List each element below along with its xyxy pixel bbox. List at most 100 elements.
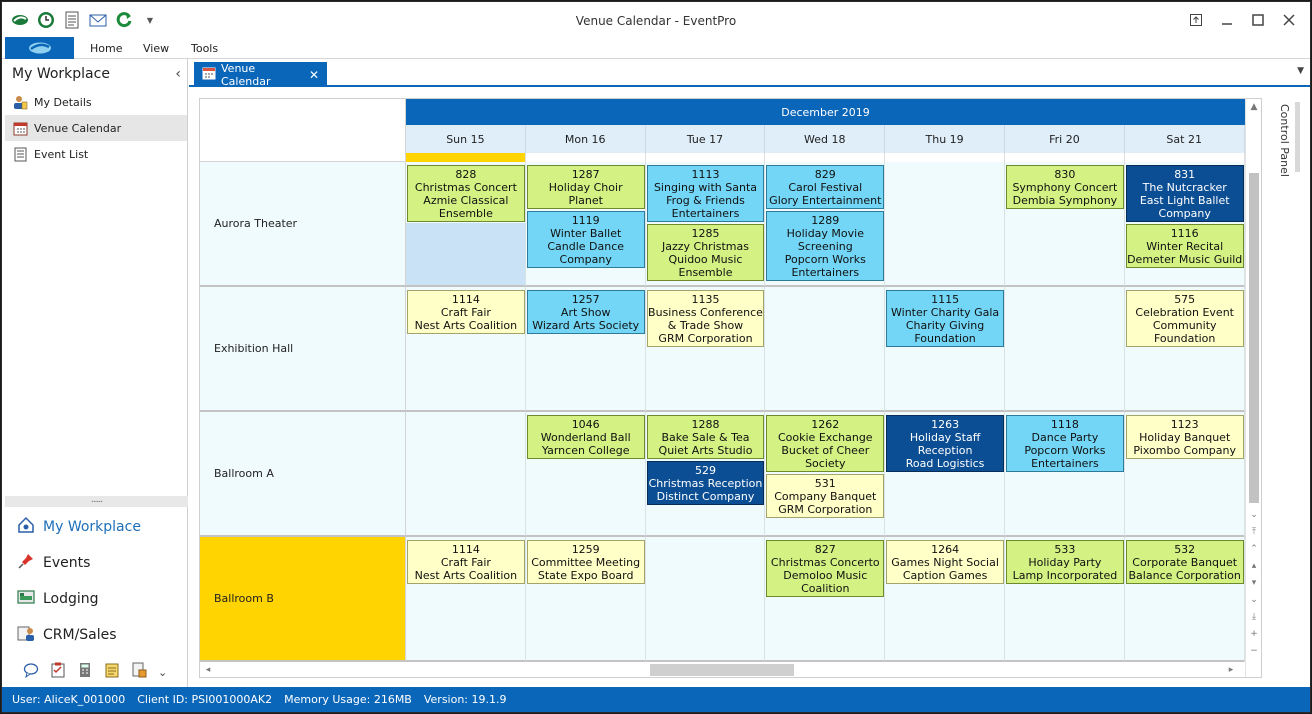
last-resource-icon[interactable]: ⤓ <box>1246 609 1261 625</box>
resource-header[interactable]: Aurora Theater <box>200 162 406 287</box>
event-appointment[interactable]: 575 Celebration Event Community Foundation <box>1125 290 1244 347</box>
remove-resource-icon[interactable]: − <box>1246 643 1261 659</box>
close-tab-icon[interactable]: ✕ <box>309 68 319 82</box>
sidebar-splitter[interactable]: ...... <box>5 496 188 507</box>
day-header[interactable]: Wed 18 <box>765 125 886 153</box>
day-header[interactable]: Fri 20 <box>1005 125 1125 153</box>
pin-window-icon[interactable] <box>1180 8 1211 32</box>
event-appointment[interactable]: 1262 Cookie Exchange Bucket of Cheer Societ… <box>766 415 885 472</box>
ribbon-tab-view[interactable]: View <box>143 42 169 55</box>
event-appointment[interactable]: 1289 Holiday Movie Screening Popcorn Works E… <box>766 211 885 281</box>
all-day-strip[interactable] <box>525 153 646 162</box>
scroll-down-icon[interactable]: ⌄ <box>1246 507 1261 523</box>
event-appointment[interactable]: 529 Christmas Reception Distinct Company <box>646 461 765 505</box>
event-appointment[interactable]: 1119 Winter Ballet Candle Dance Company <box>526 211 645 268</box>
all-day-strip[interactable] <box>1124 153 1245 162</box>
vertical-scroll-thumb[interactable] <box>1249 173 1259 503</box>
day-header[interactable]: Sun 15 <box>406 125 526 153</box>
next-resource-icon[interactable]: ▾ <box>1246 575 1261 591</box>
event-appointment[interactable]: 1118 Dance Party Popcorn Works Entertainers <box>1006 415 1124 472</box>
chat-icon[interactable] <box>23 662 39 682</box>
event-appointment[interactable]: 1257 Art Show Wizard Arts Society <box>526 290 645 334</box>
sidebar-item-event-list[interactable]: Event List <box>5 141 187 167</box>
first-resource-icon[interactable]: ⤒ <box>1246 524 1261 540</box>
all-day-strip[interactable] <box>645 153 766 162</box>
event-appointment[interactable]: 1135 Business Conference & Trade Show GRM C… <box>646 290 765 347</box>
schedule-cell[interactable] <box>765 287 886 412</box>
event-appointment[interactable]: 532 Corporate Banquet Balance Corporation <box>1125 540 1244 584</box>
application-menu-button[interactable] <box>5 37 74 59</box>
event-appointment[interactable]: 1123 Holiday Banquet Pixombo Company <box>1125 415 1244 459</box>
schedule-cell[interactable] <box>885 162 1005 287</box>
all-day-strip[interactable] <box>1005 153 1125 162</box>
schedule-cell[interactable] <box>645 537 766 662</box>
event-appointment[interactable]: 828 Christmas Concert Azmie Classical Ensem… <box>407 165 525 222</box>
nav-lodging[interactable]: Lodging <box>5 581 188 617</box>
day-header[interactable]: Mon 16 <box>525 125 646 153</box>
event-appointment[interactable]: 1115 Winter Charity Gala Charity Giving Fou… <box>886 290 1004 347</box>
day-header[interactable]: Tue 17 <box>645 125 766 153</box>
ribbon-tab-tools[interactable]: Tools <box>191 42 218 55</box>
collapse-sidebar-icon[interactable]: ‹ <box>175 66 181 82</box>
event-appointment[interactable]: 1259 Committee Meeting State Expo Board <box>526 540 645 584</box>
prev-resource-icon[interactable]: ▴ <box>1246 558 1261 574</box>
event-appointment[interactable]: 830 Symphony Concert Dembia Symphony <box>1006 165 1124 209</box>
event-appointment[interactable]: 1113 Singing with Santa Frog & Friends Ente… <box>646 165 765 222</box>
event-appointment[interactable]: 1116 Winter Recital Demeter Music Guild <box>1125 224 1244 268</box>
prev-page-icon[interactable]: ⌃ <box>1246 541 1261 557</box>
all-day-strip[interactable] <box>885 153 1005 162</box>
add-resource-icon[interactable]: + <box>1246 626 1261 642</box>
close-button[interactable] <box>1273 8 1304 32</box>
event-number: 1259 <box>571 543 600 556</box>
reports-icon[interactable] <box>131 662 147 682</box>
event-appointment[interactable]: 531 Company Banquet GRM Corporation <box>766 474 885 518</box>
day-header[interactable]: Thu 19 <box>885 125 1005 153</box>
nav-my-workplace[interactable]: My Workplace <box>5 509 188 545</box>
event-appointment[interactable]: 533 Holiday Party Lamp Incorporated <box>1006 540 1124 584</box>
horizontal-scroll-thumb[interactable] <box>650 664 794 676</box>
user-details-icon <box>13 95 28 110</box>
checklist-icon[interactable] <box>50 662 66 682</box>
resource-header[interactable]: Ballroom A <box>200 412 406 537</box>
all-day-strip[interactable] <box>765 153 886 162</box>
event-appointment[interactable]: 831 The Nutcracker East Light Ballet Compan… <box>1125 165 1244 222</box>
nav-crm-sales[interactable]: CRM/Sales <box>5 617 188 653</box>
next-page-icon[interactable]: ⌄ <box>1246 592 1261 608</box>
scroll-up-icon[interactable]: ▲ <box>1246 99 1261 115</box>
event-appointment[interactable]: 1046 Wonderland Ball Yarncen College <box>526 415 645 459</box>
event-appointment[interactable]: 1263 Holiday Staff Reception Road Logistics <box>886 415 1004 472</box>
schedule-cell[interactable] <box>406 412 526 537</box>
event-appointment[interactable]: 827 Christmas Concerto Demoloo Music Coalit… <box>766 540 885 597</box>
event-appointment[interactable]: 1264 Games Night Social Caption Games <box>886 540 1004 584</box>
event-appointment[interactable]: 1288 Bake Sale & Tea Quiet Arts Studio <box>646 415 765 459</box>
resource-header[interactable]: Exhibition Hall <box>200 287 406 412</box>
calculator-icon[interactable] <box>77 662 93 682</box>
event-appointment[interactable]: 1114 Craft Fair Nest Arts Coalition <box>407 290 525 334</box>
tab-list-dropdown-icon[interactable]: ▼ <box>1297 66 1304 76</box>
all-day-strip[interactable] <box>406 153 526 162</box>
nav-events[interactable]: Events <box>5 545 188 581</box>
event-text: Reception <box>917 444 973 457</box>
day-header[interactable]: Sat 21 <box>1124 125 1245 153</box>
sidebar-item-venue-calendar[interactable]: Venue Calendar <box>5 115 187 141</box>
tab-venue-calendar[interactable]: Venue Calendar ✕ <box>194 62 327 88</box>
configure-buttons-icon[interactable]: ⌄ <box>158 666 167 679</box>
event-appointment[interactable]: 1114 Craft Fair Nest Arts Coalition <box>407 540 525 584</box>
notes-icon[interactable] <box>104 662 120 682</box>
maximize-button[interactable] <box>1242 8 1273 32</box>
scroll-left-icon[interactable]: ◂ <box>200 662 216 677</box>
control-panel[interactable]: Control Panel <box>1270 98 1310 678</box>
event-appointment[interactable]: 1285 Jazzy Christmas Quidoo Music Ensemble <box>646 224 765 281</box>
event-text: Company <box>559 253 612 266</box>
schedule-cell[interactable] <box>1005 287 1125 412</box>
event-appointment[interactable]: 1287Holiday ChoirPlanet Entertainment <box>526 165 645 209</box>
event-appointment[interactable]: 829 Carol Festival Glory Entertainment <box>766 165 885 209</box>
selected-time-cell[interactable] <box>406 223 526 287</box>
horizontal-scrollbar[interactable]: ◂ ▸ <box>200 660 1245 677</box>
sidebar-item-my-details[interactable]: My Details <box>5 89 187 115</box>
minimize-button[interactable] <box>1211 8 1242 32</box>
scroll-right-icon[interactable]: ▸ <box>1223 662 1239 677</box>
ribbon-tab-home[interactable]: Home <box>90 42 122 55</box>
vertical-scrollbar[interactable]: ▲ ⌄ ⤒ ⌃ ▴ ▾ ⌄ ⤓ + − <box>1245 99 1261 677</box>
resource-header[interactable]: Ballroom B <box>200 537 406 662</box>
